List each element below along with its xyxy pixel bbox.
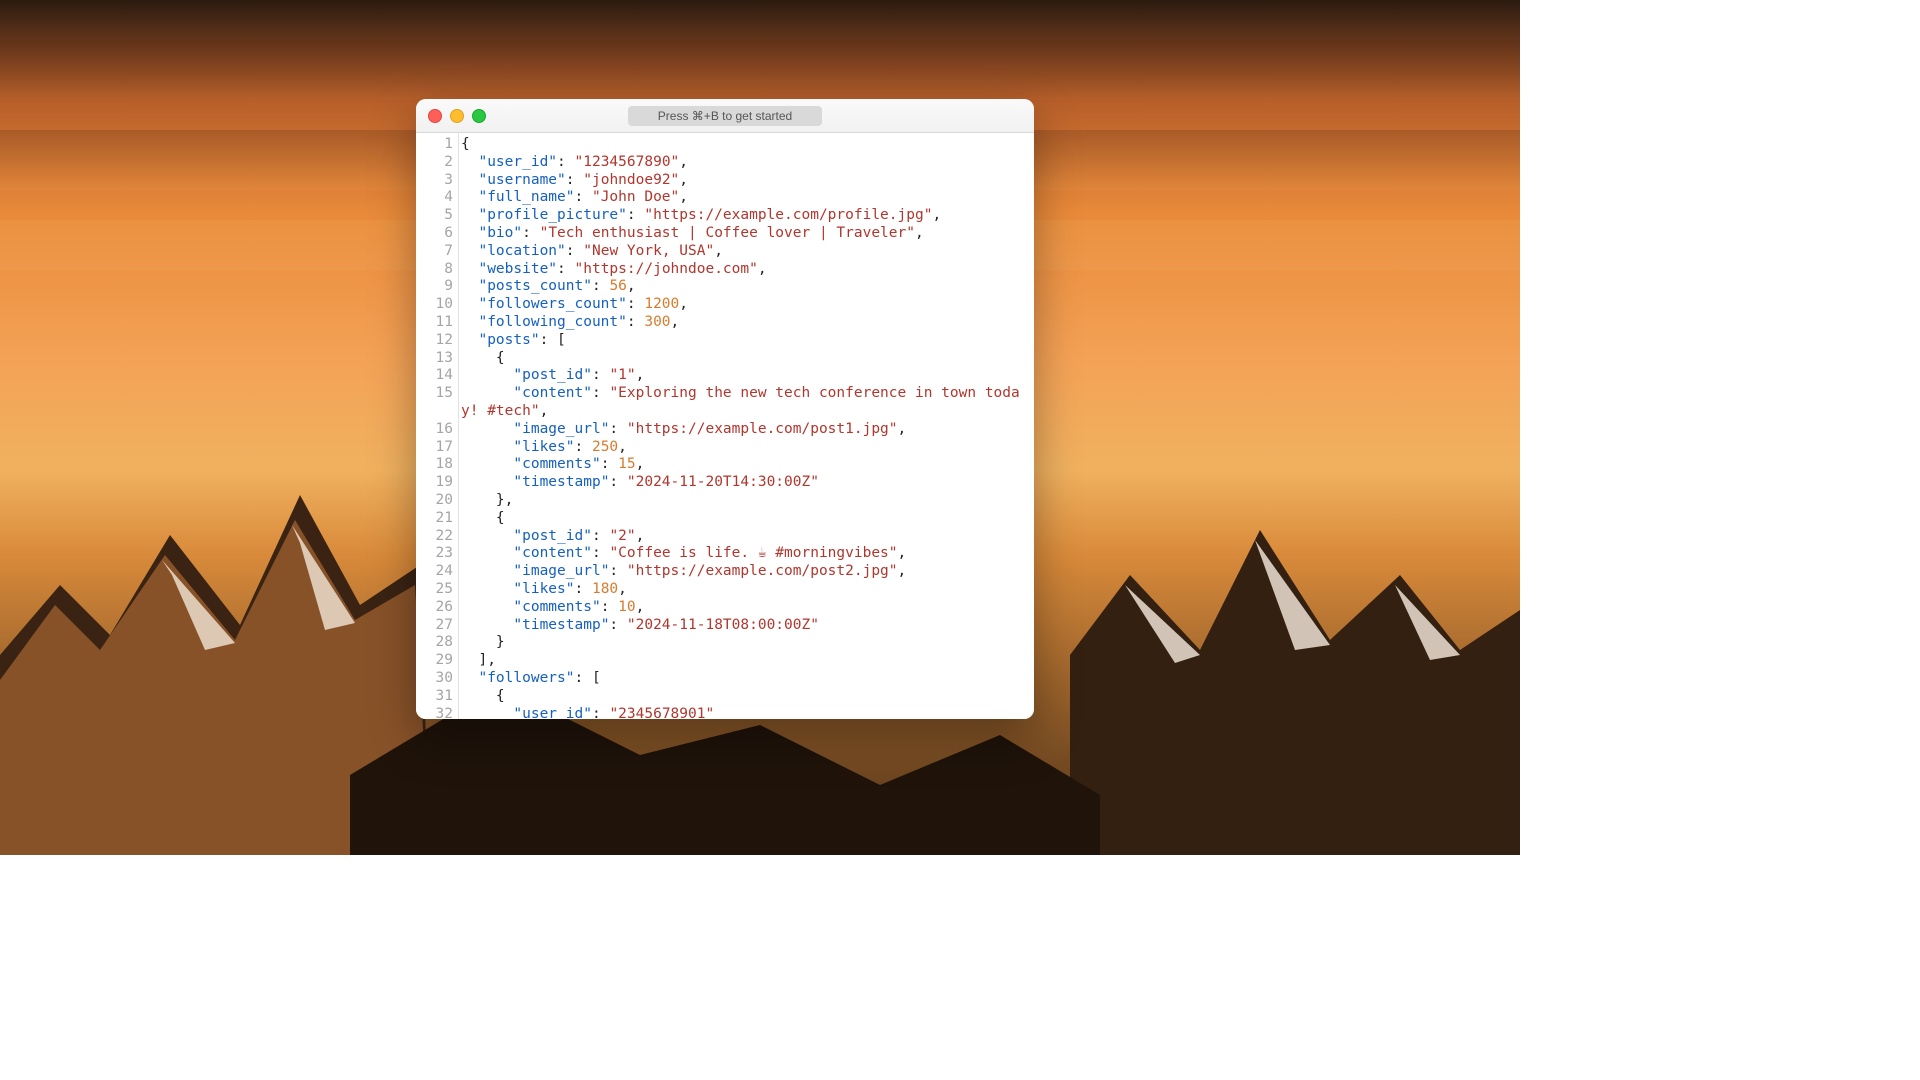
line-number: 3 (416, 172, 453, 190)
code-line: "content": "Coffee is life. ☕ #morningvi… (461, 545, 1028, 563)
code-line: "post_id": "1", (461, 367, 1028, 385)
line-number: 8 (416, 261, 453, 279)
minimize-icon[interactable] (450, 109, 464, 123)
editor-window: Press ⌘+B to get started 123456789101112… (416, 99, 1034, 719)
line-number: 13 (416, 350, 453, 368)
code-line: { (461, 350, 1028, 368)
code-line: { (461, 688, 1028, 706)
code-line: "user_id": "2345678901" (461, 706, 1028, 720)
line-number: 25 (416, 581, 453, 599)
line-number-gutter: 1234567891011121314151617181920212223242… (416, 133, 459, 719)
line-number: 14 (416, 367, 453, 385)
code-line: { (461, 510, 1028, 528)
code-line: "likes": 250, (461, 439, 1028, 457)
line-number: 7 (416, 243, 453, 261)
code-line: "profile_picture": "https://example.com/… (461, 207, 1028, 225)
line-number: 26 (416, 599, 453, 617)
code-line: "content": "Exploring the new tech confe… (461, 385, 1028, 421)
code-line: "image_url": "https://example.com/post2.… (461, 563, 1028, 581)
code-area[interactable]: { "user_id": "1234567890", "username": "… (459, 133, 1034, 719)
line-number: 9 (416, 278, 453, 296)
wallpaper-cloud-band (0, 40, 1520, 100)
code-line: ], (461, 652, 1028, 670)
line-number: 21 (416, 510, 453, 528)
code-line: "comments": 15, (461, 456, 1028, 474)
code-line: "comments": 10, (461, 599, 1028, 617)
code-line: "bio": "Tech enthusiast | Coffee lover |… (461, 225, 1028, 243)
line-number: 4 (416, 189, 453, 207)
code-line: "following_count": 300, (461, 314, 1028, 332)
code-line: "user_id": "1234567890", (461, 154, 1028, 172)
code-line: "image_url": "https://example.com/post1.… (461, 421, 1028, 439)
line-number: 22 (416, 528, 453, 546)
line-number: 1 (416, 136, 453, 154)
code-line: } (461, 634, 1028, 652)
window-traffic-lights (428, 109, 486, 123)
code-line: "likes": 180, (461, 581, 1028, 599)
line-number: 12 (416, 332, 453, 350)
zoom-icon[interactable] (472, 109, 486, 123)
code-line: "location": "New York, USA", (461, 243, 1028, 261)
code-editor[interactable]: 1234567891011121314151617181920212223242… (416, 133, 1034, 719)
line-number: 28 (416, 634, 453, 652)
line-number: 19 (416, 474, 453, 492)
titlebar-hint[interactable]: Press ⌘+B to get started (628, 106, 822, 126)
line-number: 24 (416, 563, 453, 581)
line-number: 11 (416, 314, 453, 332)
line-number: 15 (416, 385, 453, 421)
line-number: 5 (416, 207, 453, 225)
window-titlebar[interactable]: Press ⌘+B to get started (416, 99, 1034, 133)
code-line: { (461, 136, 1028, 154)
code-line: "followers": [ (461, 670, 1028, 688)
line-number: 2 (416, 154, 453, 172)
line-number: 16 (416, 421, 453, 439)
line-number: 30 (416, 670, 453, 688)
line-number: 27 (416, 617, 453, 635)
close-icon[interactable] (428, 109, 442, 123)
code-line: "posts_count": 56, (461, 278, 1028, 296)
code-line: "username": "johndoe92", (461, 172, 1028, 190)
code-line: "website": "https://johndoe.com", (461, 261, 1028, 279)
line-number: 6 (416, 225, 453, 243)
code-line: "posts": [ (461, 332, 1028, 350)
code-line: "timestamp": "2024-11-18T08:00:00Z" (461, 617, 1028, 635)
line-number: 31 (416, 688, 453, 706)
code-line: }, (461, 492, 1028, 510)
line-number: 20 (416, 492, 453, 510)
code-line: "followers_count": 1200, (461, 296, 1028, 314)
line-number: 32 (416, 706, 453, 720)
code-line: "timestamp": "2024-11-20T14:30:00Z" (461, 474, 1028, 492)
code-line: "full_name": "John Doe", (461, 189, 1028, 207)
desktop-wallpaper: Press ⌘+B to get started 123456789101112… (0, 0, 1520, 855)
code-line: "post_id": "2", (461, 528, 1028, 546)
line-number: 17 (416, 439, 453, 457)
line-number: 23 (416, 545, 453, 563)
line-number: 29 (416, 652, 453, 670)
line-number: 18 (416, 456, 453, 474)
line-number: 10 (416, 296, 453, 314)
